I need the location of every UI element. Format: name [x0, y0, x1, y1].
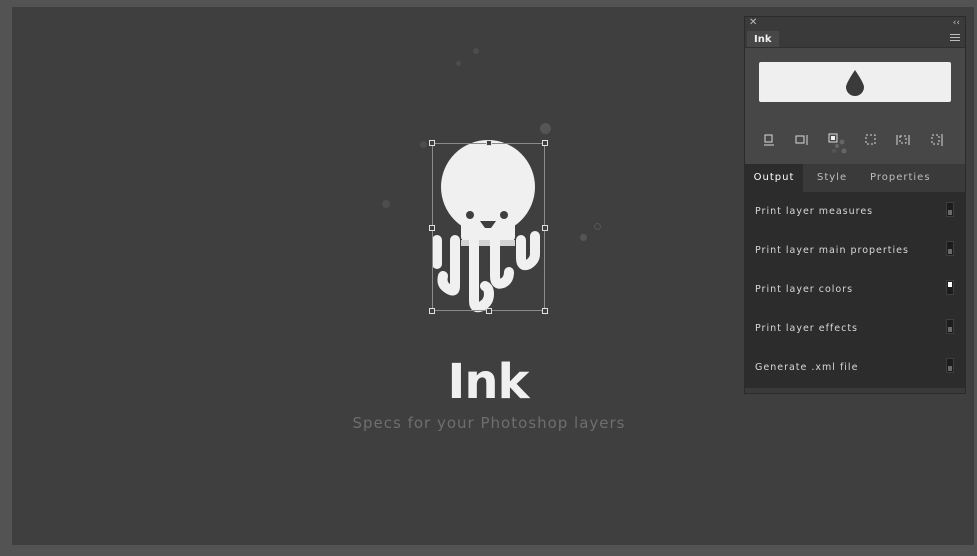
app-title: Ink	[447, 354, 530, 410]
close-icon[interactable]: ✕	[749, 17, 757, 29]
selection-bounding-box[interactable]	[432, 143, 545, 311]
option-print-layer-measures-toggle[interactable]	[946, 202, 954, 217]
option-print-layer-main-properties-label: Print layer main properties	[755, 245, 909, 256]
panel-resize-bar[interactable]	[745, 388, 965, 393]
transform-handle[interactable]	[486, 140, 492, 146]
measure-dashed-vertical-icon[interactable]	[930, 133, 944, 147]
output-options-list: Print layer measures Print layer main pr…	[745, 192, 965, 388]
panel-title-bar[interactable]: ✕ ‹‹	[745, 17, 965, 29]
option-print-layer-effects-toggle[interactable]	[946, 319, 954, 334]
transform-handle[interactable]	[486, 308, 492, 314]
panel-tab-bar: Ink	[745, 29, 965, 48]
measure-dashed-icon[interactable]	[864, 133, 878, 147]
panel-tab-ink[interactable]: Ink	[747, 31, 779, 47]
drop-icon	[846, 70, 864, 96]
app-tagline: Specs for your Photoshop layers	[352, 414, 626, 432]
ink-panel: ✕ ‹‹ Ink Output Style Properties Print l…	[744, 16, 966, 394]
decorative-dot	[540, 123, 551, 134]
option-generate-xml-toggle[interactable]	[946, 358, 954, 373]
decorative-dot	[382, 200, 390, 208]
decorative-dot	[580, 234, 587, 241]
decorative-dot	[594, 223, 601, 230]
measure-layer-icon[interactable]	[828, 133, 847, 154]
option-print-layer-measures-label: Print layer measures	[755, 206, 874, 217]
measure-dashed-horizontal-icon[interactable]	[896, 133, 910, 147]
spec-layer-button[interactable]	[759, 62, 951, 102]
tab-output[interactable]: Output	[745, 164, 803, 192]
tab-properties[interactable]: Properties	[870, 164, 931, 192]
option-print-layer-effects-label: Print layer effects	[755, 323, 859, 334]
transform-handle[interactable]	[429, 140, 435, 146]
transform-handle[interactable]	[429, 308, 435, 314]
collapse-icon[interactable]: ‹‹	[953, 17, 960, 29]
measure-right-icon[interactable]	[795, 133, 809, 147]
panel-tabs: Output Style Properties	[745, 164, 965, 192]
option-print-layer-colors-toggle[interactable]	[946, 280, 954, 295]
transform-handle[interactable]	[429, 225, 435, 231]
option-print-layer-main-properties-toggle[interactable]	[946, 241, 954, 256]
transform-handle[interactable]	[542, 225, 548, 231]
panel-menu-icon[interactable]	[950, 34, 960, 42]
transform-handle[interactable]	[542, 308, 548, 314]
option-generate-xml-label: Generate .xml file	[755, 362, 859, 373]
decorative-dot	[473, 48, 479, 54]
measure-bottom-icon[interactable]	[762, 133, 776, 147]
tab-style[interactable]: Style	[817, 164, 847, 192]
decorative-dot	[456, 61, 461, 66]
option-print-layer-colors-label: Print layer colors	[755, 284, 854, 295]
transform-handle[interactable]	[542, 140, 548, 146]
